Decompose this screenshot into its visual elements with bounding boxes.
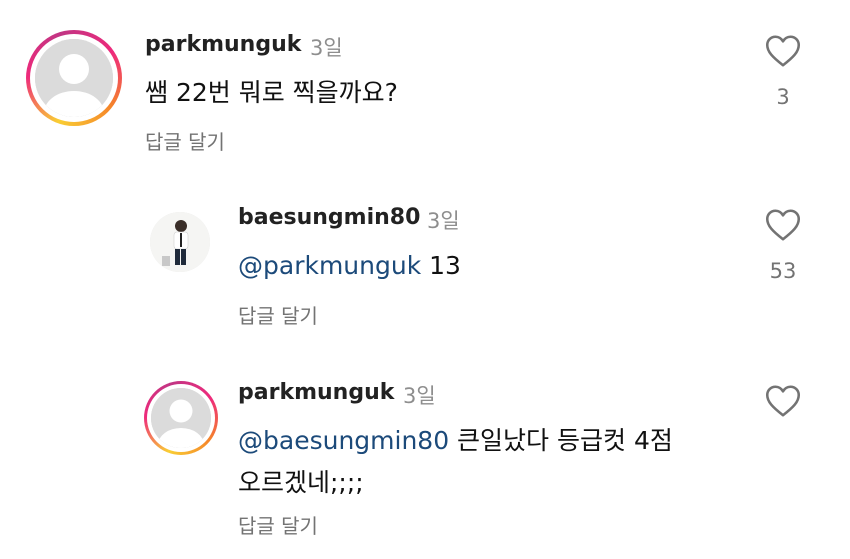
comment-text: @parkmunguk 13 [238, 245, 461, 287]
comment-body: 쌤 22번 뭐로 찍을까요? [145, 78, 398, 107]
comment-username[interactable]: parkmunguk [238, 380, 394, 405]
heart-icon[interactable] [765, 34, 801, 68]
comment-line: 오르겠네;;;; [238, 468, 364, 497]
comment-body: 13 [421, 251, 461, 280]
reply-button[interactable]: 답글 달기 [238, 300, 318, 329]
heart-icon[interactable] [765, 384, 801, 418]
mention-link[interactable]: @parkmunguk [238, 251, 421, 280]
comment-time: 3일 [310, 36, 343, 60]
comment-body: 큰일났다 등급컷 4점 [449, 426, 673, 455]
comment-line: @baesungmin80 큰일났다 등급컷 4점 [238, 420, 758, 462]
like-count: 53 [769, 259, 797, 283]
reply-button[interactable]: 답글 달기 [238, 510, 318, 539]
comment-username[interactable]: parkmunguk [145, 32, 301, 57]
comment-time: 3일 [427, 209, 460, 233]
avatar[interactable] [144, 381, 218, 455]
reply-button[interactable]: 답글 달기 [145, 126, 225, 155]
comment-time: 3일 [403, 384, 436, 408]
profile-photo [150, 212, 210, 272]
mention-link[interactable]: @baesungmin80 [238, 426, 449, 455]
avatar[interactable] [150, 212, 210, 272]
comment-text: 쌤 22번 뭐로 찍을까요? [145, 72, 398, 114]
avatar[interactable] [26, 30, 122, 126]
heart-icon[interactable] [765, 208, 801, 242]
person-silhouette-icon [151, 388, 211, 448]
like-count: 3 [776, 85, 790, 109]
comments-list: parkmunguk 3일 쌤 22번 뭐로 찍을까요? 답글 달기 3 bae… [0, 0, 850, 559]
comment-username[interactable]: baesungmin80 [238, 205, 420, 230]
comment-text: @baesungmin80 큰일났다 등급컷 4점 오르겠네;;;; [238, 420, 758, 504]
person-silhouette-icon [35, 39, 113, 117]
